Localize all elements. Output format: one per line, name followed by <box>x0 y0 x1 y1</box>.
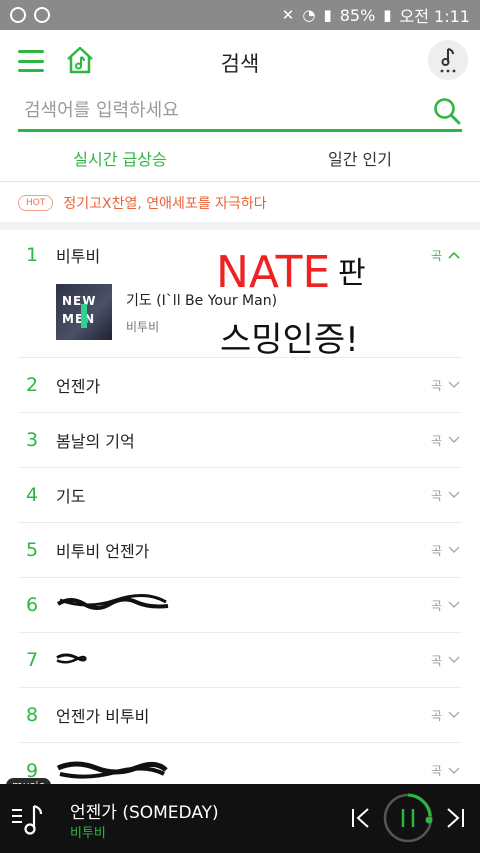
song-artist: 비투비 <box>126 319 160 334</box>
ranking-list: 1 비투비 곡 NEW MEN 기도 (I`ll Be Your Man) 비투… <box>18 230 462 798</box>
clock: 오전 1:11 <box>399 7 470 26</box>
chevron-down-icon[interactable] <box>448 491 460 499</box>
status-left <box>10 7 50 23</box>
battery-percent: 85% <box>339 5 376 25</box>
rank-term: 봄날의 기억 <box>56 432 135 451</box>
rank-type: 곡 <box>430 488 442 503</box>
redaction-scribble <box>56 761 168 779</box>
rank-number: 2 <box>26 374 39 396</box>
rank-type: 곡 <box>430 378 442 393</box>
album-art-bar <box>81 304 87 328</box>
rank-number: 1 <box>26 244 39 266</box>
pause-icon[interactable] <box>382 792 434 844</box>
ranking-item-4[interactable]: 4 기도 곡 <box>18 468 462 523</box>
rank-term: 비투비 언젠가 <box>56 542 150 561</box>
hot-text: 정기고X찬열, 연애세포를 자극하다 <box>63 196 267 212</box>
ranking-item-7[interactable]: 7 곡 <box>18 633 462 688</box>
tab-realtime[interactable]: 실시간 급상승 <box>0 134 240 181</box>
rank-type: 곡 <box>430 598 442 613</box>
status-right: ✕ ◔ ▮ 85% ▮ 오전 1:11 <box>282 3 470 27</box>
ranking-item-6[interactable]: 6 곡 <box>18 578 462 633</box>
song-title: 기도 (I`ll Be Your Man) <box>126 292 278 309</box>
redaction-scribble <box>56 653 87 664</box>
rank-number: 8 <box>26 704 39 726</box>
search-bar <box>18 92 462 132</box>
chevron-down-icon[interactable] <box>448 381 460 389</box>
ranking-item-2[interactable]: 2 언젠가 곡 <box>18 358 462 413</box>
sync-icon <box>34 7 50 23</box>
playlist-icon[interactable] <box>10 802 50 838</box>
rank-term: 언젠가 비투비 <box>56 707 150 726</box>
next-icon[interactable] <box>444 806 466 830</box>
chevron-down-icon[interactable] <box>448 711 460 719</box>
rank-number: 7 <box>26 649 39 671</box>
chevron-up-icon[interactable] <box>448 251 460 259</box>
rank-number: 3 <box>26 429 39 451</box>
chevron-down-icon[interactable] <box>448 546 460 554</box>
redaction-scribble <box>56 594 169 610</box>
rank-term-redacted <box>56 754 431 788</box>
song-card[interactable]: NEW MEN 기도 (I`ll Be Your Man) 비투비 <box>56 284 436 340</box>
rank-term: 비투비 <box>56 247 101 266</box>
app-header: 검색 <box>0 30 480 92</box>
chevron-down-icon[interactable] <box>448 767 460 775</box>
player-artist: 비투비 <box>70 826 106 841</box>
rank-type: 곡 <box>430 248 442 263</box>
app-notification-icon <box>10 7 26 23</box>
rank-term: 기도 <box>56 487 86 506</box>
home-music-icon[interactable] <box>64 44 96 76</box>
rank-term: 언젠가 <box>56 377 101 396</box>
rank-type: 곡 <box>430 653 442 668</box>
mini-player: 언젠가 (SOMEDAY) 비투비 <box>0 784 480 853</box>
chevron-down-icon[interactable] <box>448 601 460 609</box>
rank-term-redacted <box>56 643 431 677</box>
hot-badge: HOT <box>18 195 54 211</box>
chevron-down-icon[interactable] <box>448 656 460 664</box>
status-bar: ✕ ◔ ▮ 85% ▮ 오전 1:11 <box>0 0 480 30</box>
ranking-item-8[interactable]: 8 언젠가 비투비 곡 <box>18 688 462 743</box>
rank-term-redacted <box>56 588 431 622</box>
search-input[interactable] <box>18 100 432 121</box>
section-divider <box>0 222 480 230</box>
mute-icon: ✕ <box>281 6 295 24</box>
rank-type: 곡 <box>430 764 442 778</box>
album-art-text-2: MEN <box>62 312 96 326</box>
chevron-down-icon[interactable] <box>448 436 460 444</box>
ranking-item-1[interactable]: 1 비투비 곡 NEW MEN 기도 (I`ll Be Your Man) 비투… <box>18 230 462 358</box>
wifi-icon: ◔ <box>302 6 316 24</box>
music-note-icon <box>440 48 456 73</box>
tab-bar: 실시간 급상승 일간 인기 <box>0 134 480 182</box>
album-art: NEW MEN <box>56 284 112 340</box>
signal-icon: ▮ <box>323 6 332 24</box>
music-note-more-icon[interactable] <box>428 40 468 80</box>
battery-icon: ▮ <box>383 6 392 24</box>
hot-banner[interactable]: HOT 정기고X찬열, 연애세포를 자극하다 <box>18 186 462 220</box>
rank-type: 곡 <box>430 708 442 723</box>
tab-daily[interactable]: 일간 인기 <box>240 134 480 181</box>
previous-icon[interactable] <box>350 806 372 830</box>
rank-number: 4 <box>26 484 39 506</box>
hamburger-icon[interactable] <box>18 50 44 72</box>
ranking-item-5[interactable]: 5 비투비 언젠가 곡 <box>18 523 462 578</box>
player-title[interactable]: 언젠가 (SOMEDAY) <box>70 798 219 823</box>
ranking-item-3[interactable]: 3 봄날의 기억 곡 <box>18 413 462 468</box>
rank-type: 곡 <box>430 543 442 558</box>
album-art-text-1: NEW <box>62 294 97 308</box>
rank-number: 5 <box>26 539 39 561</box>
rank-type: 곡 <box>430 433 442 448</box>
search-icon[interactable] <box>432 96 462 126</box>
rank-number: 6 <box>26 594 39 616</box>
